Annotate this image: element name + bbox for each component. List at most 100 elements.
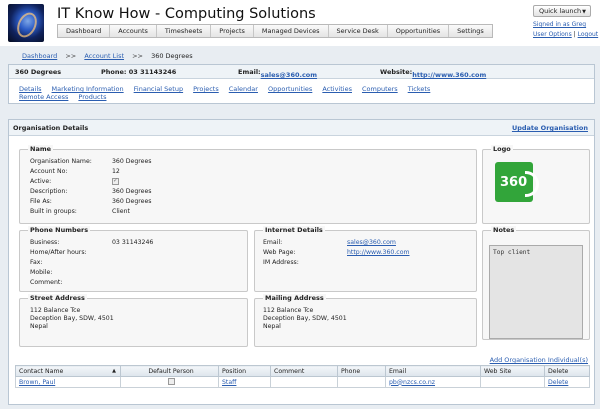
built-in-groups-value: Client (112, 208, 130, 215)
section-legend: Logo (491, 145, 513, 153)
field-label: Fax: (30, 259, 43, 266)
add-individual-link[interactable]: Add Organisation Individual(s) (490, 356, 588, 364)
name-fields: Organisation Name: 360 Degrees Account N… (30, 157, 230, 221)
organisation-details-panel: Organisation Details Update Organisation… (8, 119, 595, 405)
company-logo (8, 4, 44, 42)
tab-marketing-information[interactable]: Marketing Information (52, 85, 124, 93)
field-label: Account No: (30, 168, 68, 175)
account-phone: Phone: 03 31143246 (101, 68, 176, 76)
nav-projects[interactable]: Projects (211, 25, 254, 37)
nav-settings[interactable]: Settings (449, 25, 492, 37)
breadcrumb-separator: >> (65, 52, 77, 60)
tab-projects[interactable]: Projects (193, 85, 219, 93)
tab-remote-access[interactable]: Remote Access (19, 93, 68, 101)
nav-managed-devices[interactable]: Managed Devices (254, 25, 329, 37)
field-label: Home/After hours: (30, 249, 87, 256)
web-page-link[interactable]: http://www.360.com (347, 248, 410, 257)
phone-value: 03 31143246 (128, 68, 177, 76)
position-link[interactable]: Staff (218, 376, 271, 388)
nav-dashboard[interactable]: Dashboard (58, 25, 111, 37)
internet-details-section: Internet Details Email: sales@360.com We… (254, 226, 477, 292)
link-separator: | (573, 31, 576, 38)
column-header-website[interactable]: Web Site (480, 365, 545, 377)
logo-section: Logo 360 (482, 145, 590, 224)
column-header-position[interactable]: Position (218, 365, 271, 377)
column-header-contact-name[interactable]: Contact Name ▲ (15, 365, 121, 377)
account-subtabs: Details Marketing Information Financial Se… (19, 85, 489, 101)
breadcrumb-account-list[interactable]: Account List (84, 52, 124, 60)
field-label: Active: (30, 178, 52, 185)
user-links: User Options | Logout (533, 31, 598, 38)
update-organisation-link[interactable]: Update Organisation (512, 124, 588, 132)
tab-products[interactable]: Products (78, 93, 106, 101)
tab-details[interactable]: Details (19, 85, 42, 93)
address-line: Nepal (263, 323, 281, 330)
contacts-table: Contact Name ▲ Default Person Position Co… (15, 365, 590, 388)
field-label: Web Page: (263, 249, 296, 256)
field-label: Organisation Name: (30, 158, 92, 165)
website-cell (480, 376, 545, 388)
account-header-row: 360 Degrees Phone: 03 31143246 Email: sa… (9, 65, 594, 79)
section-legend: Phone Numbers (28, 226, 91, 234)
notes-textarea[interactable]: Top client (489, 245, 583, 339)
contact-name-link[interactable]: Brown, Paul (15, 376, 121, 388)
mailing-address-section: Mailing Address 112 Balance Tce Deceptio… (254, 294, 477, 347)
chevron-down-icon: ▼ (582, 9, 586, 15)
website-link[interactable]: http://www.360.com (412, 71, 486, 79)
account-website: Website: http://www.360.com (380, 68, 486, 79)
breadcrumb-separator: >> (132, 52, 143, 60)
column-header-default-person[interactable]: Default Person (120, 365, 219, 377)
tab-activities[interactable]: Activities (322, 85, 352, 93)
nav-timesheets[interactable]: Timesheets (157, 25, 212, 37)
breadcrumb-dashboard[interactable]: Dashboard (22, 52, 57, 60)
field-label: Built in groups: (30, 208, 77, 215)
column-header-label: Contact Name (19, 367, 64, 375)
internet-email-link[interactable]: sales@360.com (347, 238, 396, 247)
field-label: Email: (263, 239, 283, 246)
logout-link[interactable]: Logout (578, 31, 599, 38)
nav-opportunities[interactable]: Opportunities (388, 25, 450, 37)
panel-header: Organisation Details Update Organisation (9, 120, 594, 136)
tab-tickets[interactable]: Tickets (408, 85, 431, 93)
internet-fields: Email: sales@360.com Web Page: http://ww… (263, 238, 473, 278)
phone-label: Phone: (101, 68, 127, 76)
field-label: Comment: (30, 279, 63, 286)
column-header-comment[interactable]: Comment (270, 365, 338, 377)
user-options-link[interactable]: User Options (533, 31, 572, 38)
organisation-logo: 360 (495, 162, 539, 202)
nav-service-desk[interactable]: Service Desk (329, 25, 388, 37)
tab-calendar[interactable]: Calendar (229, 85, 258, 93)
section-legend: Name (28, 145, 54, 153)
sort-arrow-icon: ▲ (112, 367, 116, 374)
contact-email-link[interactable]: pb@nzcs.co.nz (385, 376, 481, 388)
mailing-address-lines: 112 Balance Tce Deception Bay, SDW, 4501… (263, 306, 473, 336)
website-label: Website: (380, 68, 413, 76)
email-link[interactable]: sales@360.com (261, 71, 317, 79)
phone-numbers-section: Phone Numbers Business: 03 31143246 Home… (19, 226, 248, 292)
nav-accounts[interactable]: Accounts (110, 25, 157, 37)
delete-contact-link[interactable]: Delete (544, 376, 590, 388)
file-as-value: 360 Degrees (112, 198, 152, 205)
table-header-row: Contact Name ▲ Default Person Position Co… (15, 365, 590, 377)
column-header-email[interactable]: Email (385, 365, 481, 377)
tab-financial-setup[interactable]: Financial Setup (134, 85, 183, 93)
tab-opportunities[interactable]: Opportunities (268, 85, 312, 93)
business-phone-value: 03 31143246 (112, 239, 154, 246)
account-summary-bar: 360 Degrees Phone: 03 31143246 Email: sa… (8, 64, 595, 104)
quick-launch-label: Quick launch (539, 7, 582, 15)
email-label: Email: (238, 68, 261, 76)
default-person-cell (120, 376, 219, 388)
column-header-delete: Delete (544, 365, 590, 377)
column-header-phone[interactable]: Phone (337, 365, 386, 377)
signed-in-user[interactable]: Signed in as Greg (533, 21, 586, 28)
quick-launch-dropdown[interactable]: Quick launch ▼ (533, 5, 591, 17)
app-title: IT Know How - Computing Solutions (57, 6, 316, 22)
panel-title: Organisation Details (13, 124, 89, 132)
default-person-checkbox[interactable] (167, 378, 175, 386)
street-address-section: Street Address 112 Balance Tce Deception… (19, 294, 248, 347)
field-label: Business: (30, 239, 60, 246)
app-header: IT Know How - Computing Solutions Dashbo… (0, 0, 600, 46)
active-checkbox[interactable] (112, 176, 119, 185)
field-label: IM Address: (263, 259, 299, 266)
tab-computers[interactable]: Computers (362, 85, 398, 93)
